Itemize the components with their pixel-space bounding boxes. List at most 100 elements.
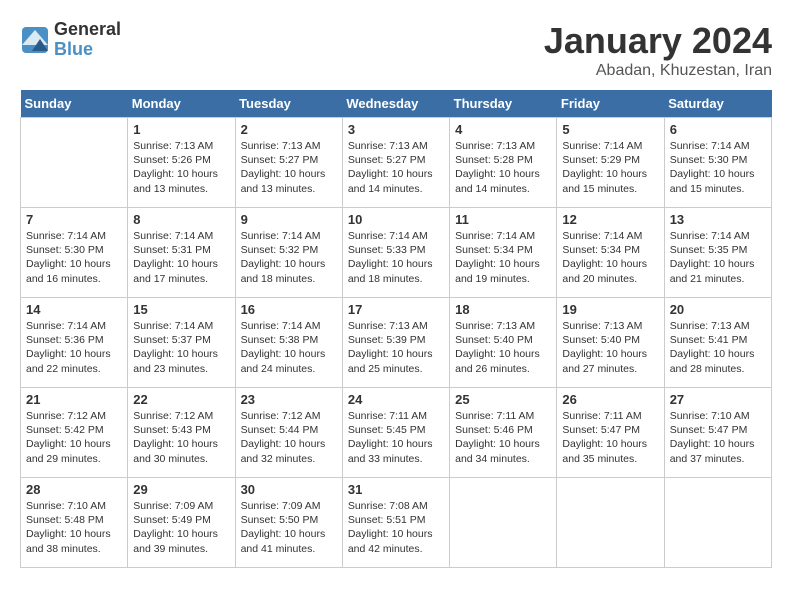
- cell-date-number: 28: [26, 482, 122, 497]
- cell-info: Sunrise: 7:12 AMSunset: 5:44 PMDaylight:…: [241, 409, 337, 466]
- cell-info: Sunrise: 7:13 AMSunset: 5:40 PMDaylight:…: [455, 319, 551, 376]
- cell-date-number: 5: [562, 122, 658, 137]
- calendar-cell: 3 Sunrise: 7:13 AMSunset: 5:27 PMDaylight…: [342, 118, 449, 208]
- cell-date-number: 16: [241, 302, 337, 317]
- cell-date-number: 24: [348, 392, 444, 407]
- calendar-cell: 2Sunrise: 7:13 AMSunset: 5:27 PMDaylight…: [235, 118, 342, 208]
- cell-info: Sunrise: 7:13 AMSunset: 5:41 PMDaylight:…: [670, 319, 766, 376]
- logo: General Blue: [20, 20, 121, 60]
- calendar-cell: 26 Sunrise: 7:11 AMSunset: 5:47 PMDayligh…: [557, 388, 664, 478]
- cell-info: Sunrise: 7:13 AMSunset: 5:27 PMDaylight:…: [348, 139, 444, 196]
- cell-date-number: 30: [241, 482, 337, 497]
- calendar-cell: 27 Sunrise: 7:10 AMSunset: 5:47 PMDayligh…: [664, 388, 771, 478]
- calendar-cell: 24 Sunrise: 7:11 AMSunset: 5:45 PMDayligh…: [342, 388, 449, 478]
- cell-date-number: 23: [241, 392, 337, 407]
- calendar-cell: [21, 118, 128, 208]
- week-row-1: 1 Sunrise: 7:13 AMSunset: 5:26 PMDaylight…: [21, 118, 772, 208]
- weekday-header-tuesday: Tuesday: [235, 90, 342, 118]
- cell-date-number: 26: [562, 392, 658, 407]
- cell-date-number: 17: [348, 302, 444, 317]
- cell-date-number: 4: [455, 122, 551, 137]
- location-label: Abadan, Khuzestan, Iran: [544, 62, 772, 80]
- cell-info: Sunrise: 7:14 AMSunset: 5:36 PMDaylight:…: [26, 319, 122, 376]
- weekday-header-friday: Friday: [557, 90, 664, 118]
- calendar-table: SundayMondayTuesdayWednesdayThursdayFrid…: [20, 90, 772, 568]
- cell-date-number: 11: [455, 212, 551, 227]
- cell-date-number: 3: [348, 122, 444, 137]
- calendar-cell: 10 Sunrise: 7:14 AMSunset: 5:33 PMDayligh…: [342, 208, 449, 298]
- calendar-cell: 11 Sunrise: 7:14 AMSunset: 5:34 PMDayligh…: [450, 208, 557, 298]
- cell-date-number: 9: [241, 212, 337, 227]
- cell-info: Sunrise: 7:13 AMSunset: 5:26 PMDaylight:…: [133, 139, 229, 196]
- cell-info: Sunrise: 7:13 AMSunset: 5:39 PMDaylight:…: [348, 319, 444, 376]
- cell-info: Sunrise: 7:11 AMSunset: 5:46 PMDaylight:…: [455, 409, 551, 466]
- calendar-cell: 16Sunrise: 7:14 AMSunset: 5:38 PMDayligh…: [235, 298, 342, 388]
- calendar-cell: 21Sunrise: 7:12 AMSunset: 5:42 PMDayligh…: [21, 388, 128, 478]
- calendar-cell: [450, 478, 557, 568]
- cell-info: Sunrise: 7:14 AMSunset: 5:34 PMDaylight:…: [455, 229, 551, 286]
- page-header: General Blue January 2024 Abadan, Khuzes…: [20, 20, 772, 80]
- calendar-cell: 5 Sunrise: 7:14 AMSunset: 5:29 PMDaylight…: [557, 118, 664, 208]
- cell-info: Sunrise: 7:11 AMSunset: 5:47 PMDaylight:…: [562, 409, 658, 466]
- logo-icon: [20, 25, 50, 55]
- weekday-header-sunday: Sunday: [21, 90, 128, 118]
- calendar-cell: 28Sunrise: 7:10 AMSunset: 5:48 PMDayligh…: [21, 478, 128, 568]
- logo-general-label: General: [54, 20, 121, 40]
- cell-date-number: 2: [241, 122, 337, 137]
- cell-date-number: 20: [670, 302, 766, 317]
- cell-info: Sunrise: 7:14 AMSunset: 5:34 PMDaylight:…: [562, 229, 658, 286]
- calendar-cell: 4 Sunrise: 7:13 AMSunset: 5:28 PMDaylight…: [450, 118, 557, 208]
- cell-info: Sunrise: 7:14 AMSunset: 5:37 PMDaylight:…: [133, 319, 229, 376]
- weekday-header-monday: Monday: [128, 90, 235, 118]
- cell-date-number: 13: [670, 212, 766, 227]
- calendar-cell: 15 Sunrise: 7:14 AMSunset: 5:37 PMDayligh…: [128, 298, 235, 388]
- calendar-cell: [557, 478, 664, 568]
- cell-info: Sunrise: 7:11 AMSunset: 5:45 PMDaylight:…: [348, 409, 444, 466]
- cell-date-number: 18: [455, 302, 551, 317]
- calendar-cell: 13 Sunrise: 7:14 AMSunset: 5:35 PMDayligh…: [664, 208, 771, 298]
- cell-info: Sunrise: 7:10 AMSunset: 5:47 PMDaylight:…: [670, 409, 766, 466]
- cell-info: Sunrise: 7:14 AMSunset: 5:33 PMDaylight:…: [348, 229, 444, 286]
- calendar-cell: 9Sunrise: 7:14 AMSunset: 5:32 PMDaylight…: [235, 208, 342, 298]
- calendar-cell: 14 Sunrise: 7:14 AMSunset: 5:36 PMDayligh…: [21, 298, 128, 388]
- cell-info: Sunrise: 7:08 AMSunset: 5:51 PMDaylight:…: [348, 499, 444, 556]
- cell-date-number: 29: [133, 482, 229, 497]
- cell-date-number: 6: [670, 122, 766, 137]
- logo-text: General Blue: [54, 20, 121, 60]
- cell-date-number: 10: [348, 212, 444, 227]
- calendar-cell: 19 Sunrise: 7:13 AMSunset: 5:40 PMDayligh…: [557, 298, 664, 388]
- calendar-cell: 20 Sunrise: 7:13 AMSunset: 5:41 PMDayligh…: [664, 298, 771, 388]
- weekday-header-wednesday: Wednesday: [342, 90, 449, 118]
- weekday-header-saturday: Saturday: [664, 90, 771, 118]
- calendar-cell: 31Sunrise: 7:08 AMSunset: 5:51 PMDayligh…: [342, 478, 449, 568]
- cell-info: Sunrise: 7:14 AMSunset: 5:35 PMDaylight:…: [670, 229, 766, 286]
- calendar-cell: 12Sunrise: 7:14 AMSunset: 5:34 PMDayligh…: [557, 208, 664, 298]
- cell-info: Sunrise: 7:14 AMSunset: 5:30 PMDaylight:…: [26, 229, 122, 286]
- cell-info: Sunrise: 7:13 AMSunset: 5:28 PMDaylight:…: [455, 139, 551, 196]
- cell-date-number: 14: [26, 302, 122, 317]
- title-block: January 2024 Abadan, Khuzestan, Iran: [544, 20, 772, 80]
- calendar-cell: 29Sunrise: 7:09 AMSunset: 5:49 PMDayligh…: [128, 478, 235, 568]
- cell-date-number: 19: [562, 302, 658, 317]
- weekday-header-row: SundayMondayTuesdayWednesdayThursdayFrid…: [21, 90, 772, 118]
- cell-date-number: 1: [133, 122, 229, 137]
- calendar-cell: 17 Sunrise: 7:13 AMSunset: 5:39 PMDayligh…: [342, 298, 449, 388]
- cell-date-number: 8: [133, 212, 229, 227]
- cell-date-number: 7: [26, 212, 122, 227]
- cell-info: Sunrise: 7:12 AMSunset: 5:42 PMDaylight:…: [26, 409, 122, 466]
- calendar-cell: 8 Sunrise: 7:14 AMSunset: 5:31 PMDaylight…: [128, 208, 235, 298]
- calendar-cell: 22Sunrise: 7:12 AMSunset: 5:43 PMDayligh…: [128, 388, 235, 478]
- calendar-cell: [664, 478, 771, 568]
- cell-date-number: 22: [133, 392, 229, 407]
- cell-info: Sunrise: 7:14 AMSunset: 5:31 PMDaylight:…: [133, 229, 229, 286]
- cell-date-number: 15: [133, 302, 229, 317]
- cell-info: Sunrise: 7:14 AMSunset: 5:29 PMDaylight:…: [562, 139, 658, 196]
- calendar-cell: 6Sunrise: 7:14 AMSunset: 5:30 PMDaylight…: [664, 118, 771, 208]
- weekday-header-thursday: Thursday: [450, 90, 557, 118]
- week-row-2: 7 Sunrise: 7:14 AMSunset: 5:30 PMDaylight…: [21, 208, 772, 298]
- cell-date-number: 25: [455, 392, 551, 407]
- logo-blue-label: Blue: [54, 40, 121, 60]
- cell-info: Sunrise: 7:09 AMSunset: 5:50 PMDaylight:…: [241, 499, 337, 556]
- cell-date-number: 27: [670, 392, 766, 407]
- cell-info: Sunrise: 7:13 AMSunset: 5:40 PMDaylight:…: [562, 319, 658, 376]
